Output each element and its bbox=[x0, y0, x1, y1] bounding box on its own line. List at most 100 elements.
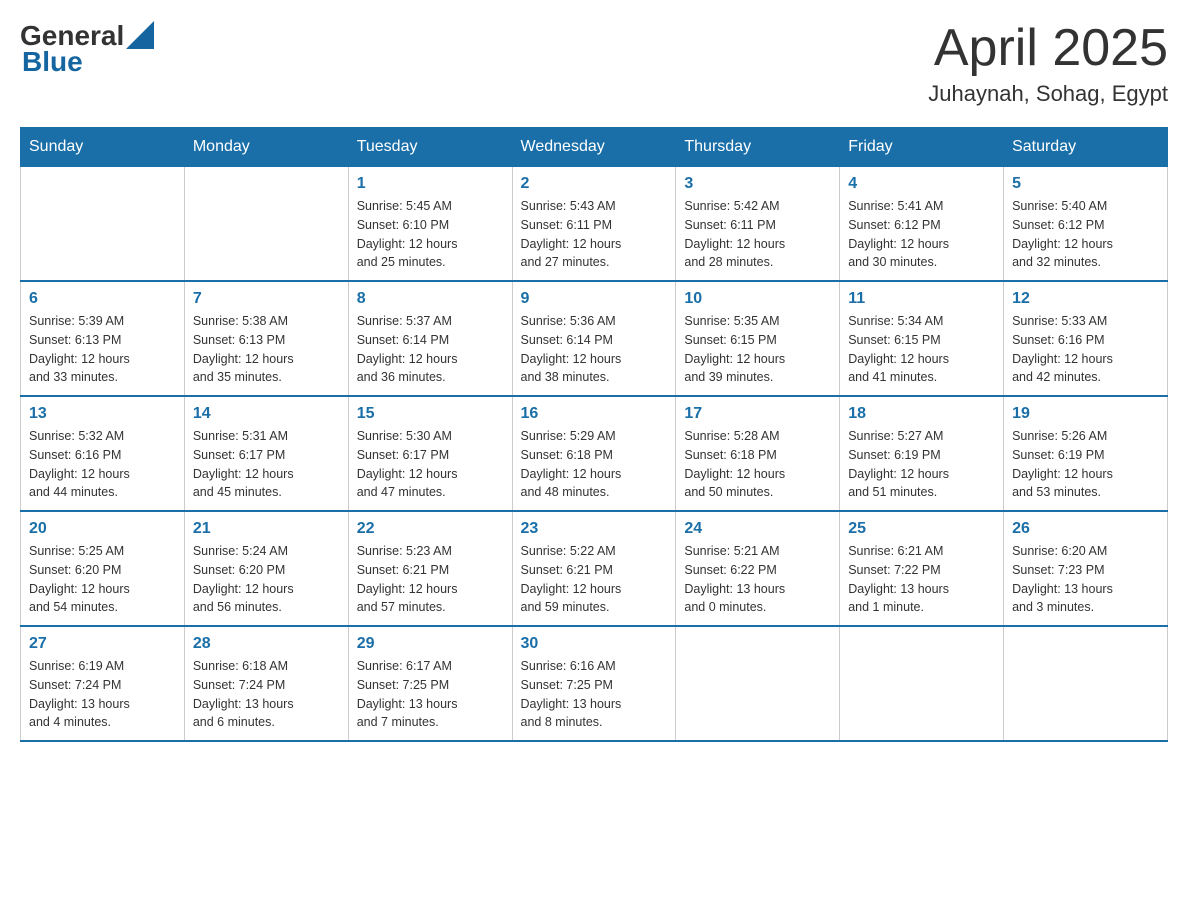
logo: General Blue bbox=[20, 20, 154, 78]
day-info: Sunrise: 5:42 AM Sunset: 6:11 PM Dayligh… bbox=[684, 197, 831, 272]
calendar-week-row-4: 20Sunrise: 5:25 AM Sunset: 6:20 PM Dayli… bbox=[21, 511, 1168, 626]
calendar-cell: 10 Sunrise: 5:35 AM Sunset: 6:15 PM Dayli… bbox=[676, 281, 840, 396]
day-number: 28 bbox=[193, 635, 340, 653]
day-number: 12 bbox=[1012, 290, 1159, 308]
day-number: 11 bbox=[848, 290, 995, 308]
day-number: 17 bbox=[684, 405, 831, 423]
calendar-cell: 12Sunrise: 5:33 AM Sunset: 6:16 PM Dayli… bbox=[1004, 281, 1168, 396]
day-info: Sunrise: 5:37 AM Sunset: 6:14 PM Dayligh… bbox=[357, 312, 504, 387]
day-number: 3 bbox=[684, 175, 831, 193]
calendar-cell: 24Sunrise: 5:21 AM Sunset: 6:22 PM Dayli… bbox=[676, 511, 840, 626]
logo-blue-text: Blue bbox=[22, 46, 83, 78]
page-location: Juhaynah, Sohag, Egypt bbox=[928, 81, 1168, 107]
day-number: 9 bbox=[521, 290, 668, 308]
day-info: Sunrise: 6:16 AM Sunset: 7:25 PM Dayligh… bbox=[521, 657, 668, 732]
day-info: Sunrise: 5:40 AM Sunset: 6:12 PM Dayligh… bbox=[1012, 197, 1159, 272]
day-number: 13 bbox=[29, 405, 176, 423]
day-number: 1 bbox=[357, 175, 504, 193]
calendar-cell: 5 Sunrise: 5:40 AM Sunset: 6:12 PM Daylig… bbox=[1004, 167, 1168, 282]
calendar-week-row-3: 13 Sunrise: 5:32 AM Sunset: 6:16 PM Dayli… bbox=[21, 396, 1168, 511]
day-number: 5 bbox=[1012, 175, 1159, 193]
col-tuesday: Tuesday bbox=[348, 128, 512, 167]
day-number: 7 bbox=[193, 290, 340, 308]
page-title: April 2025 bbox=[928, 20, 1168, 77]
day-info: Sunrise: 6:21 AM Sunset: 7:22 PM Dayligh… bbox=[848, 542, 995, 617]
day-number: 25 bbox=[848, 520, 995, 538]
calendar-cell: 16 Sunrise: 5:29 AM Sunset: 6:18 PM Dayli… bbox=[512, 396, 676, 511]
day-number: 23 bbox=[521, 520, 668, 538]
calendar-cell bbox=[1004, 626, 1168, 741]
calendar-cell: 27Sunrise: 6:19 AM Sunset: 7:24 PM Dayli… bbox=[21, 626, 185, 741]
day-number: 30 bbox=[521, 635, 668, 653]
day-number: 15 bbox=[357, 405, 504, 423]
day-info: Sunrise: 5:32 AM Sunset: 6:16 PM Dayligh… bbox=[29, 427, 176, 502]
calendar-cell: 14 Sunrise: 5:31 AM Sunset: 6:17 PM Dayli… bbox=[184, 396, 348, 511]
day-number: 2 bbox=[521, 175, 668, 193]
col-thursday: Thursday bbox=[676, 128, 840, 167]
col-wednesday: Wednesday bbox=[512, 128, 676, 167]
calendar-cell bbox=[21, 167, 185, 282]
calendar-cell: 9 Sunrise: 5:36 AM Sunset: 6:14 PM Daylig… bbox=[512, 281, 676, 396]
calendar-week-row-2: 6Sunrise: 5:39 AM Sunset: 6:13 PM Daylig… bbox=[21, 281, 1168, 396]
day-info: Sunrise: 6:17 AM Sunset: 7:25 PM Dayligh… bbox=[357, 657, 504, 732]
day-info: Sunrise: 5:27 AM Sunset: 6:19 PM Dayligh… bbox=[848, 427, 995, 502]
calendar-cell: 28 Sunrise: 6:18 AM Sunset: 7:24 PM Dayli… bbox=[184, 626, 348, 741]
title-block: April 2025 Juhaynah, Sohag, Egypt bbox=[928, 20, 1168, 107]
day-number: 22 bbox=[357, 520, 504, 538]
day-info: Sunrise: 5:38 AM Sunset: 6:13 PM Dayligh… bbox=[193, 312, 340, 387]
day-info: Sunrise: 6:18 AM Sunset: 7:24 PM Dayligh… bbox=[193, 657, 340, 732]
calendar-cell: 17 Sunrise: 5:28 AM Sunset: 6:18 PM Dayli… bbox=[676, 396, 840, 511]
day-info: Sunrise: 5:35 AM Sunset: 6:15 PM Dayligh… bbox=[684, 312, 831, 387]
calendar-cell: 1 Sunrise: 5:45 AM Sunset: 6:10 PM Daylig… bbox=[348, 167, 512, 282]
calendar-week-row-1: 1 Sunrise: 5:45 AM Sunset: 6:10 PM Daylig… bbox=[21, 167, 1168, 282]
calendar-cell bbox=[840, 626, 1004, 741]
day-info: Sunrise: 5:28 AM Sunset: 6:18 PM Dayligh… bbox=[684, 427, 831, 502]
col-saturday: Saturday bbox=[1004, 128, 1168, 167]
calendar-cell: 20Sunrise: 5:25 AM Sunset: 6:20 PM Dayli… bbox=[21, 511, 185, 626]
calendar-cell: 25 Sunrise: 6:21 AM Sunset: 7:22 PM Dayli… bbox=[840, 511, 1004, 626]
calendar-cell bbox=[184, 167, 348, 282]
day-info: Sunrise: 5:31 AM Sunset: 6:17 PM Dayligh… bbox=[193, 427, 340, 502]
calendar-cell: 29 Sunrise: 6:17 AM Sunset: 7:25 PM Dayli… bbox=[348, 626, 512, 741]
calendar-cell: 23Sunrise: 5:22 AM Sunset: 6:21 PM Dayli… bbox=[512, 511, 676, 626]
day-info: Sunrise: 5:30 AM Sunset: 6:17 PM Dayligh… bbox=[357, 427, 504, 502]
day-number: 10 bbox=[684, 290, 831, 308]
day-number: 19 bbox=[1012, 405, 1159, 423]
day-info: Sunrise: 5:24 AM Sunset: 6:20 PM Dayligh… bbox=[193, 542, 340, 617]
page-header: General Blue April 2025 Juhaynah, Sohag,… bbox=[20, 20, 1168, 107]
day-info: Sunrise: 5:21 AM Sunset: 6:22 PM Dayligh… bbox=[684, 542, 831, 617]
day-info: Sunrise: 5:23 AM Sunset: 6:21 PM Dayligh… bbox=[357, 542, 504, 617]
col-monday: Monday bbox=[184, 128, 348, 167]
day-number: 8 bbox=[357, 290, 504, 308]
day-number: 4 bbox=[848, 175, 995, 193]
day-info: Sunrise: 5:36 AM Sunset: 6:14 PM Dayligh… bbox=[521, 312, 668, 387]
day-info: Sunrise: 5:43 AM Sunset: 6:11 PM Dayligh… bbox=[521, 197, 668, 272]
col-friday: Friday bbox=[840, 128, 1004, 167]
col-sunday: Sunday bbox=[21, 128, 185, 167]
day-info: Sunrise: 6:19 AM Sunset: 7:24 PM Dayligh… bbox=[29, 657, 176, 732]
day-info: Sunrise: 5:45 AM Sunset: 6:10 PM Dayligh… bbox=[357, 197, 504, 272]
day-info: Sunrise: 5:34 AM Sunset: 6:15 PM Dayligh… bbox=[848, 312, 995, 387]
day-number: 21 bbox=[193, 520, 340, 538]
calendar-cell: 6Sunrise: 5:39 AM Sunset: 6:13 PM Daylig… bbox=[21, 281, 185, 396]
calendar-cell: 2 Sunrise: 5:43 AM Sunset: 6:11 PM Daylig… bbox=[512, 167, 676, 282]
calendar-table: Sunday Monday Tuesday Wednesday Thursday… bbox=[20, 127, 1168, 742]
day-info: Sunrise: 5:39 AM Sunset: 6:13 PM Dayligh… bbox=[29, 312, 176, 387]
calendar-cell: 18Sunrise: 5:27 AM Sunset: 6:19 PM Dayli… bbox=[840, 396, 1004, 511]
day-number: 20 bbox=[29, 520, 176, 538]
day-info: Sunrise: 5:41 AM Sunset: 6:12 PM Dayligh… bbox=[848, 197, 995, 272]
day-number: 16 bbox=[521, 405, 668, 423]
day-info: Sunrise: 5:29 AM Sunset: 6:18 PM Dayligh… bbox=[521, 427, 668, 502]
calendar-cell: 26 Sunrise: 6:20 AM Sunset: 7:23 PM Dayli… bbox=[1004, 511, 1168, 626]
day-number: 14 bbox=[193, 405, 340, 423]
calendar-cell: 11 Sunrise: 5:34 AM Sunset: 6:15 PM Dayli… bbox=[840, 281, 1004, 396]
calendar-cell: 7 Sunrise: 5:38 AM Sunset: 6:13 PM Daylig… bbox=[184, 281, 348, 396]
calendar-cell: 19Sunrise: 5:26 AM Sunset: 6:19 PM Dayli… bbox=[1004, 396, 1168, 511]
day-number: 26 bbox=[1012, 520, 1159, 538]
day-info: Sunrise: 6:20 AM Sunset: 7:23 PM Dayligh… bbox=[1012, 542, 1159, 617]
calendar-header-row: Sunday Monday Tuesday Wednesday Thursday… bbox=[21, 128, 1168, 167]
day-number: 29 bbox=[357, 635, 504, 653]
calendar-cell bbox=[676, 626, 840, 741]
calendar-cell: 13 Sunrise: 5:32 AM Sunset: 6:16 PM Dayli… bbox=[21, 396, 185, 511]
calendar-cell: 21 Sunrise: 5:24 AM Sunset: 6:20 PM Dayli… bbox=[184, 511, 348, 626]
